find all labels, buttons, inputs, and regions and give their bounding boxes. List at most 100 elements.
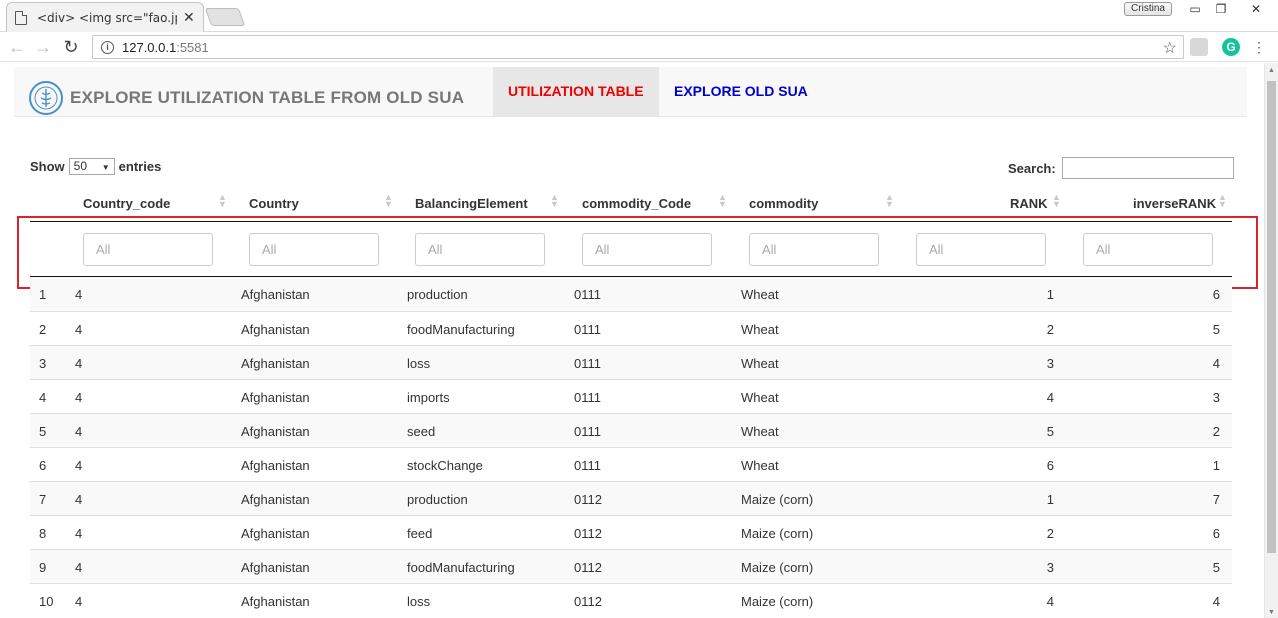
- cell-rank: 5: [1046, 424, 1054, 439]
- tab-title: <div> <img src="fao.jpg: [37, 10, 177, 25]
- sort-icon[interactable]: ▲ ▼: [885, 193, 894, 209]
- cell-country: Afghanistan: [241, 390, 310, 405]
- cell-commodity: Wheat: [741, 322, 779, 337]
- table-row[interactable]: 2 4 Afghanistan foodManufacturing 0111 Wheat 2…: [30, 311, 1232, 345]
- back-icon[interactable]: ←: [6, 36, 28, 58]
- table-row[interactable]: 4 4 Afghanistan imports 0111 Wheat 4 3: [30, 379, 1232, 413]
- pdf-extension-icon[interactable]: [1190, 38, 1208, 56]
- window-close-icon[interactable]: ✕: [1238, 2, 1274, 18]
- cell-balancing-element: foodManufacturing: [407, 322, 515, 337]
- table-row[interactable]: 10 4 Afghanistan loss 0112 Maize (corn) 4 4: [30, 583, 1232, 617]
- cell-country: Afghanistan: [241, 322, 310, 337]
- cell-commodity: Wheat: [741, 424, 779, 439]
- row-index: 6: [39, 458, 47, 473]
- column-header-rank[interactable]: RANK: [1010, 196, 1048, 211]
- table-row[interactable]: 9 4 Afghanistan foodManufacturing 0112 Maize …: [30, 549, 1232, 583]
- browser-titlebar: <div> <img src="fao.jpg ✕ Cristina ▭ ❐ ✕: [0, 0, 1278, 32]
- cell-rank: 6: [1046, 458, 1054, 473]
- cell-rank: 4: [1046, 594, 1054, 609]
- cell-inverse-rank: 3: [1212, 390, 1220, 405]
- url-text: 127.0.0.1:5581: [122, 39, 209, 55]
- page-scrollbar[interactable]: ▲ ▼: [1264, 63, 1278, 618]
- new-tab-button[interactable]: [204, 8, 246, 26]
- browser-tab[interactable]: <div> <img src="fao.jpg ✕: [6, 2, 204, 32]
- cell-inverse-rank: 2: [1212, 424, 1220, 439]
- row-index: 8: [39, 526, 47, 541]
- sort-icon[interactable]: ▲ ▼: [218, 193, 227, 209]
- dropdown-caret-icon: ▼: [101, 163, 110, 172]
- table-row[interactable]: 1 4 Afghanistan production 0111 Wheat 1 6: [30, 277, 1232, 311]
- cell-country-code: 4: [75, 492, 83, 507]
- cell-country-code: 4: [75, 594, 83, 609]
- info-icon[interactable]: i: [101, 40, 114, 54]
- cell-country: Afghanistan: [241, 458, 310, 473]
- show-label: Show: [30, 159, 65, 174]
- cell-country-code: 4: [75, 356, 83, 371]
- sort-icon[interactable]: ▲ ▼: [718, 193, 727, 209]
- sort-icon[interactable]: ▲ ▼: [384, 193, 393, 209]
- search-input[interactable]: [1061, 157, 1234, 179]
- cell-balancing-element: production: [407, 492, 468, 507]
- column-header-commodity[interactable]: commodity: [749, 196, 818, 211]
- cell-inverse-rank: 4: [1212, 356, 1220, 371]
- column-header-commodity-code[interactable]: commodity_Code: [582, 196, 691, 211]
- column-header-country-code[interactable]: Country_code: [83, 196, 170, 211]
- document-icon: [15, 10, 27, 25]
- row-index: 10: [39, 594, 54, 609]
- sort-icon[interactable]: ▲ ▼: [550, 193, 559, 209]
- scroll-down-icon[interactable]: ▼: [1268, 609, 1275, 616]
- cell-commodity-code: 0112: [574, 594, 602, 609]
- cell-country: Afghanistan: [241, 287, 310, 302]
- table-row[interactable]: 5 4 Afghanistan seed 0111 Wheat 5 2: [30, 413, 1232, 447]
- restore-icon[interactable]: ❐: [1208, 2, 1234, 18]
- scroll-up-icon[interactable]: ▲: [1268, 67, 1275, 74]
- minimize-icon[interactable]: ▭: [1182, 2, 1208, 18]
- cell-commodity: Wheat: [741, 390, 779, 405]
- cell-inverse-rank: 6: [1212, 526, 1220, 541]
- cell-rank: 2: [1046, 322, 1054, 337]
- profile-button[interactable]: Cristina: [1124, 2, 1172, 16]
- row-index: 4: [39, 390, 47, 405]
- address-bar[interactable]: i 127.0.0.1:5581 ☆: [92, 35, 1184, 59]
- sort-icon[interactable]: ▲ ▼: [1052, 193, 1061, 209]
- grammarly-icon[interactable]: G: [1222, 38, 1240, 56]
- cell-commodity: Maize (corn): [741, 492, 814, 507]
- cell-commodity-code: 0112: [574, 560, 602, 575]
- entries-select[interactable]: 50 ▼: [68, 158, 115, 175]
- cell-commodity-code: 0112: [574, 526, 602, 541]
- app-navbar: EXPLORE UTILIZATION TABLE FROM OLD SUA U…: [14, 67, 1247, 117]
- table-row[interactable]: 3 4 Afghanistan loss 0111 Wheat 3 4: [30, 345, 1232, 379]
- cell-rank: 2: [1046, 526, 1054, 541]
- tab-explore-old-sua[interactable]: EXPLORE OLD SUA: [659, 67, 823, 117]
- cell-commodity: Maize (corn): [741, 526, 814, 541]
- cell-country: Afghanistan: [241, 424, 310, 439]
- sort-icon[interactable]: ▲ ▼: [1218, 193, 1227, 209]
- cell-balancing-element: seed: [407, 424, 436, 439]
- column-header-balancing-element[interactable]: BalancingElement: [415, 196, 528, 211]
- cell-inverse-rank: 6: [1212, 287, 1220, 302]
- tab-close-icon[interactable]: ✕: [183, 9, 195, 26]
- cell-rank: 3: [1046, 356, 1054, 371]
- brand-title: EXPLORE UTILIZATION TABLE FROM OLD SUA: [70, 88, 465, 107]
- menu-icon[interactable]: ⋮: [1252, 38, 1266, 56]
- row-index: 2: [39, 322, 47, 337]
- scrollbar-thumb[interactable]: [1267, 81, 1276, 553]
- reload-icon[interactable]: ↻: [60, 36, 82, 58]
- table-row[interactable]: 8 4 Afghanistan feed 0112 Maize (corn) 2 6: [30, 515, 1232, 549]
- column-header-inverse-rank[interactable]: inverseRANK: [1133, 196, 1216, 211]
- column-header-country[interactable]: Country: [249, 196, 299, 211]
- forward-icon[interactable]: →: [32, 36, 54, 58]
- cell-balancing-element: feed: [407, 526, 433, 541]
- cell-country: Afghanistan: [241, 492, 310, 507]
- table-row[interactable]: 6 4 Afghanistan stockChange 0111 Wheat 6 1: [30, 447, 1232, 481]
- cell-inverse-rank: 5: [1212, 560, 1220, 575]
- cell-inverse-rank: 4: [1212, 594, 1220, 609]
- cell-inverse-rank: 5: [1212, 322, 1220, 337]
- cell-country-code: 4: [75, 390, 83, 405]
- bookmark-star-icon[interactable]: ☆: [1163, 38, 1177, 58]
- table-row[interactable]: 7 4 Afghanistan production 0112 Maize (corn) 1…: [30, 481, 1232, 515]
- row-index: 3: [39, 356, 47, 371]
- tab-utilization-table[interactable]: UTILIZATION TABLE: [493, 67, 659, 117]
- row-index: 5: [39, 424, 47, 439]
- cell-commodity: Wheat: [741, 458, 779, 473]
